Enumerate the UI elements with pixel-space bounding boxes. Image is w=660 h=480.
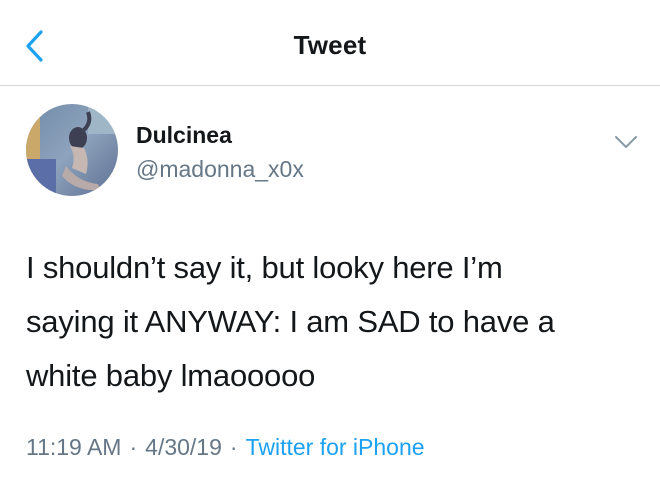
tweet-text-line: white baby lmaooooo — [26, 358, 316, 393]
user-handle[interactable]: @madonna_x0x — [136, 156, 304, 183]
tweet-screen: Tweet Dulcinea @madonna_x0x I shouldn’t … — [0, 0, 660, 480]
navigation-bar: Tweet — [0, 0, 660, 86]
tweet-metadata: 11:19 AM · 4/30/19 · Twitter for iPhone — [26, 434, 425, 461]
page-title: Tweet — [293, 30, 367, 60]
separator-dot: · — [129, 434, 138, 460]
tweet-body: I shouldn’t say it, but looky here I’m s… — [26, 241, 636, 403]
separator-dot: · — [229, 434, 238, 460]
tweet-source-link[interactable]: Twitter for iPhone — [246, 434, 425, 460]
avatar-image — [26, 104, 118, 196]
avatar[interactable] — [26, 104, 118, 196]
tweet-text-line: saying it ANYWAY: I am SAD to have a — [26, 304, 555, 339]
tweet-date: 4/30/19 — [145, 434, 222, 460]
display-name[interactable]: Dulcinea — [136, 122, 232, 149]
tweet-time: 11:19 AM — [26, 434, 122, 460]
tweet-menu-button[interactable] — [612, 128, 640, 156]
tweet-text-line: I shouldn’t say it, but looky here I’m — [26, 250, 503, 285]
chevron-down-icon — [615, 136, 637, 148]
tweet-author: Dulcinea @madonna_x0x — [26, 104, 646, 200]
